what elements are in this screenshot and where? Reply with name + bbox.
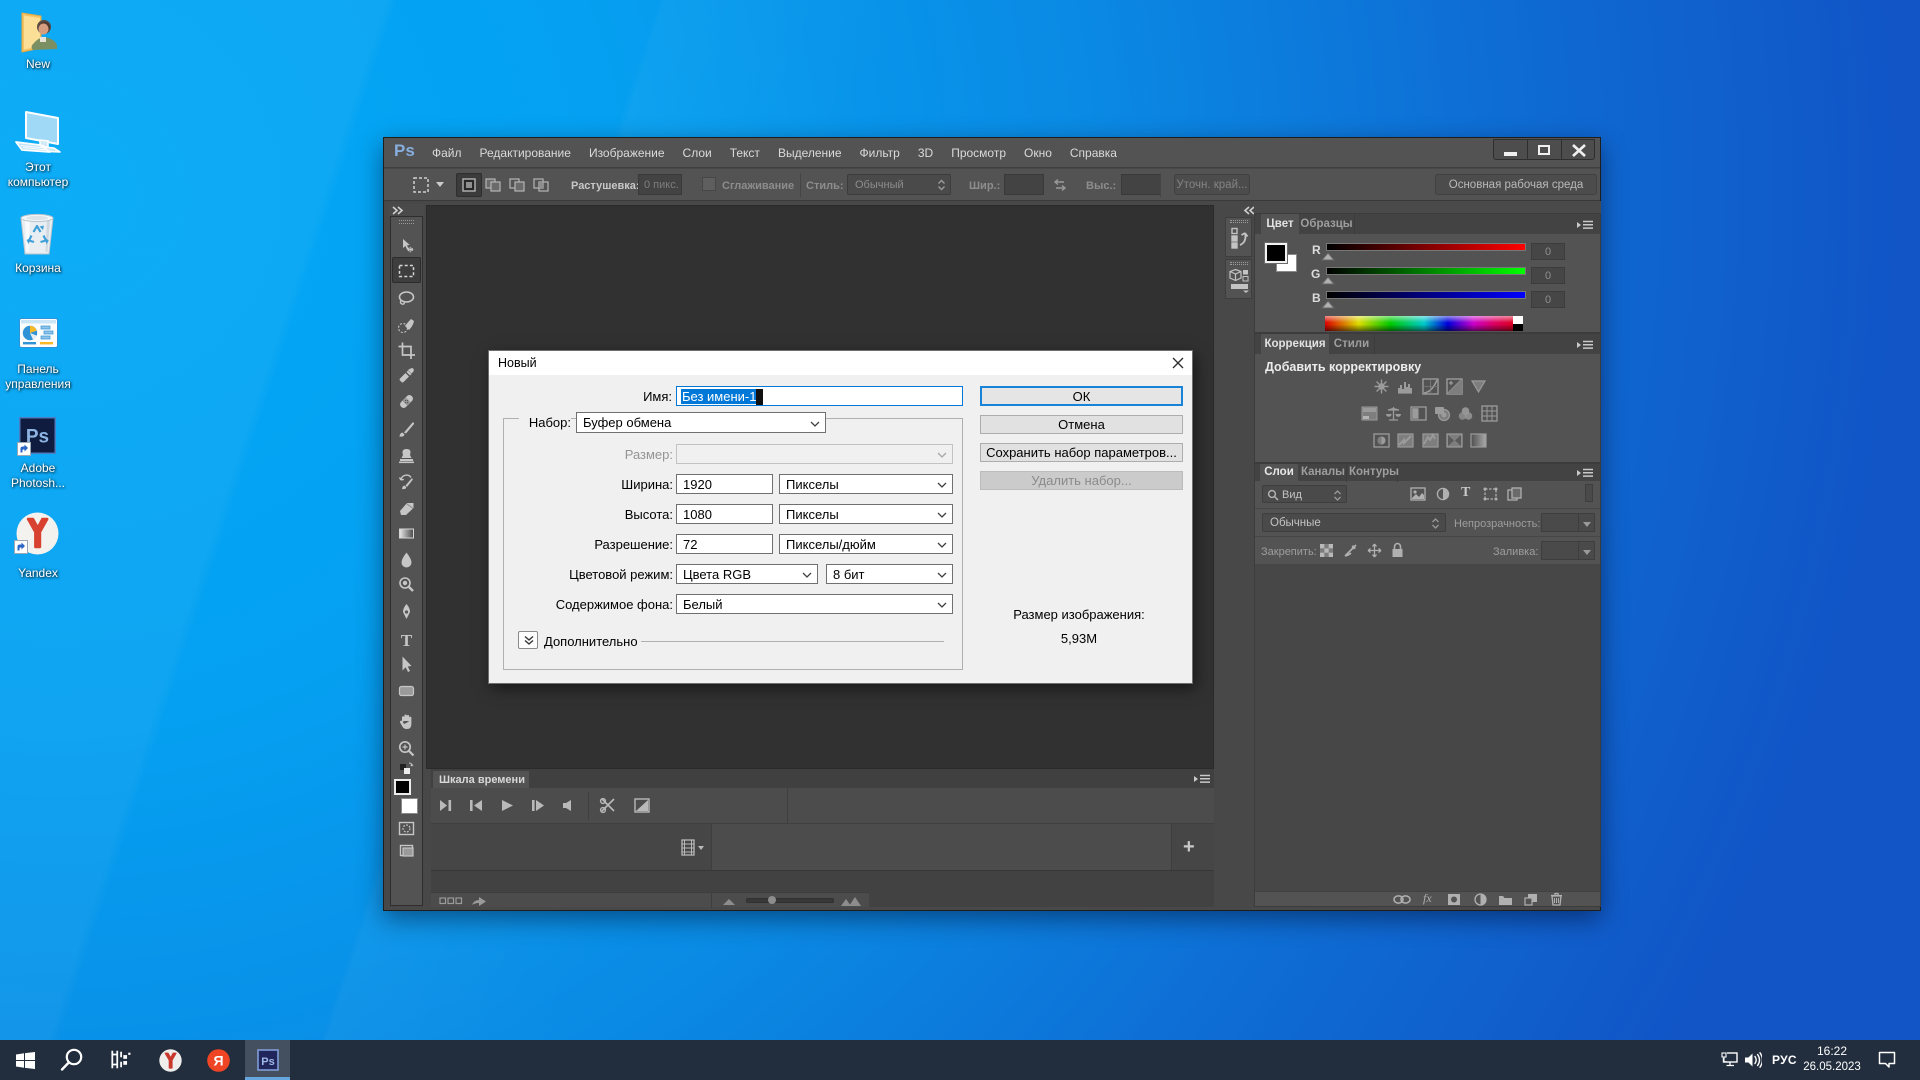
svg-text:Я: Я [213,1053,223,1069]
svg-text:Ps: Ps [261,1056,274,1068]
svg-text:T: T [401,631,413,649]
